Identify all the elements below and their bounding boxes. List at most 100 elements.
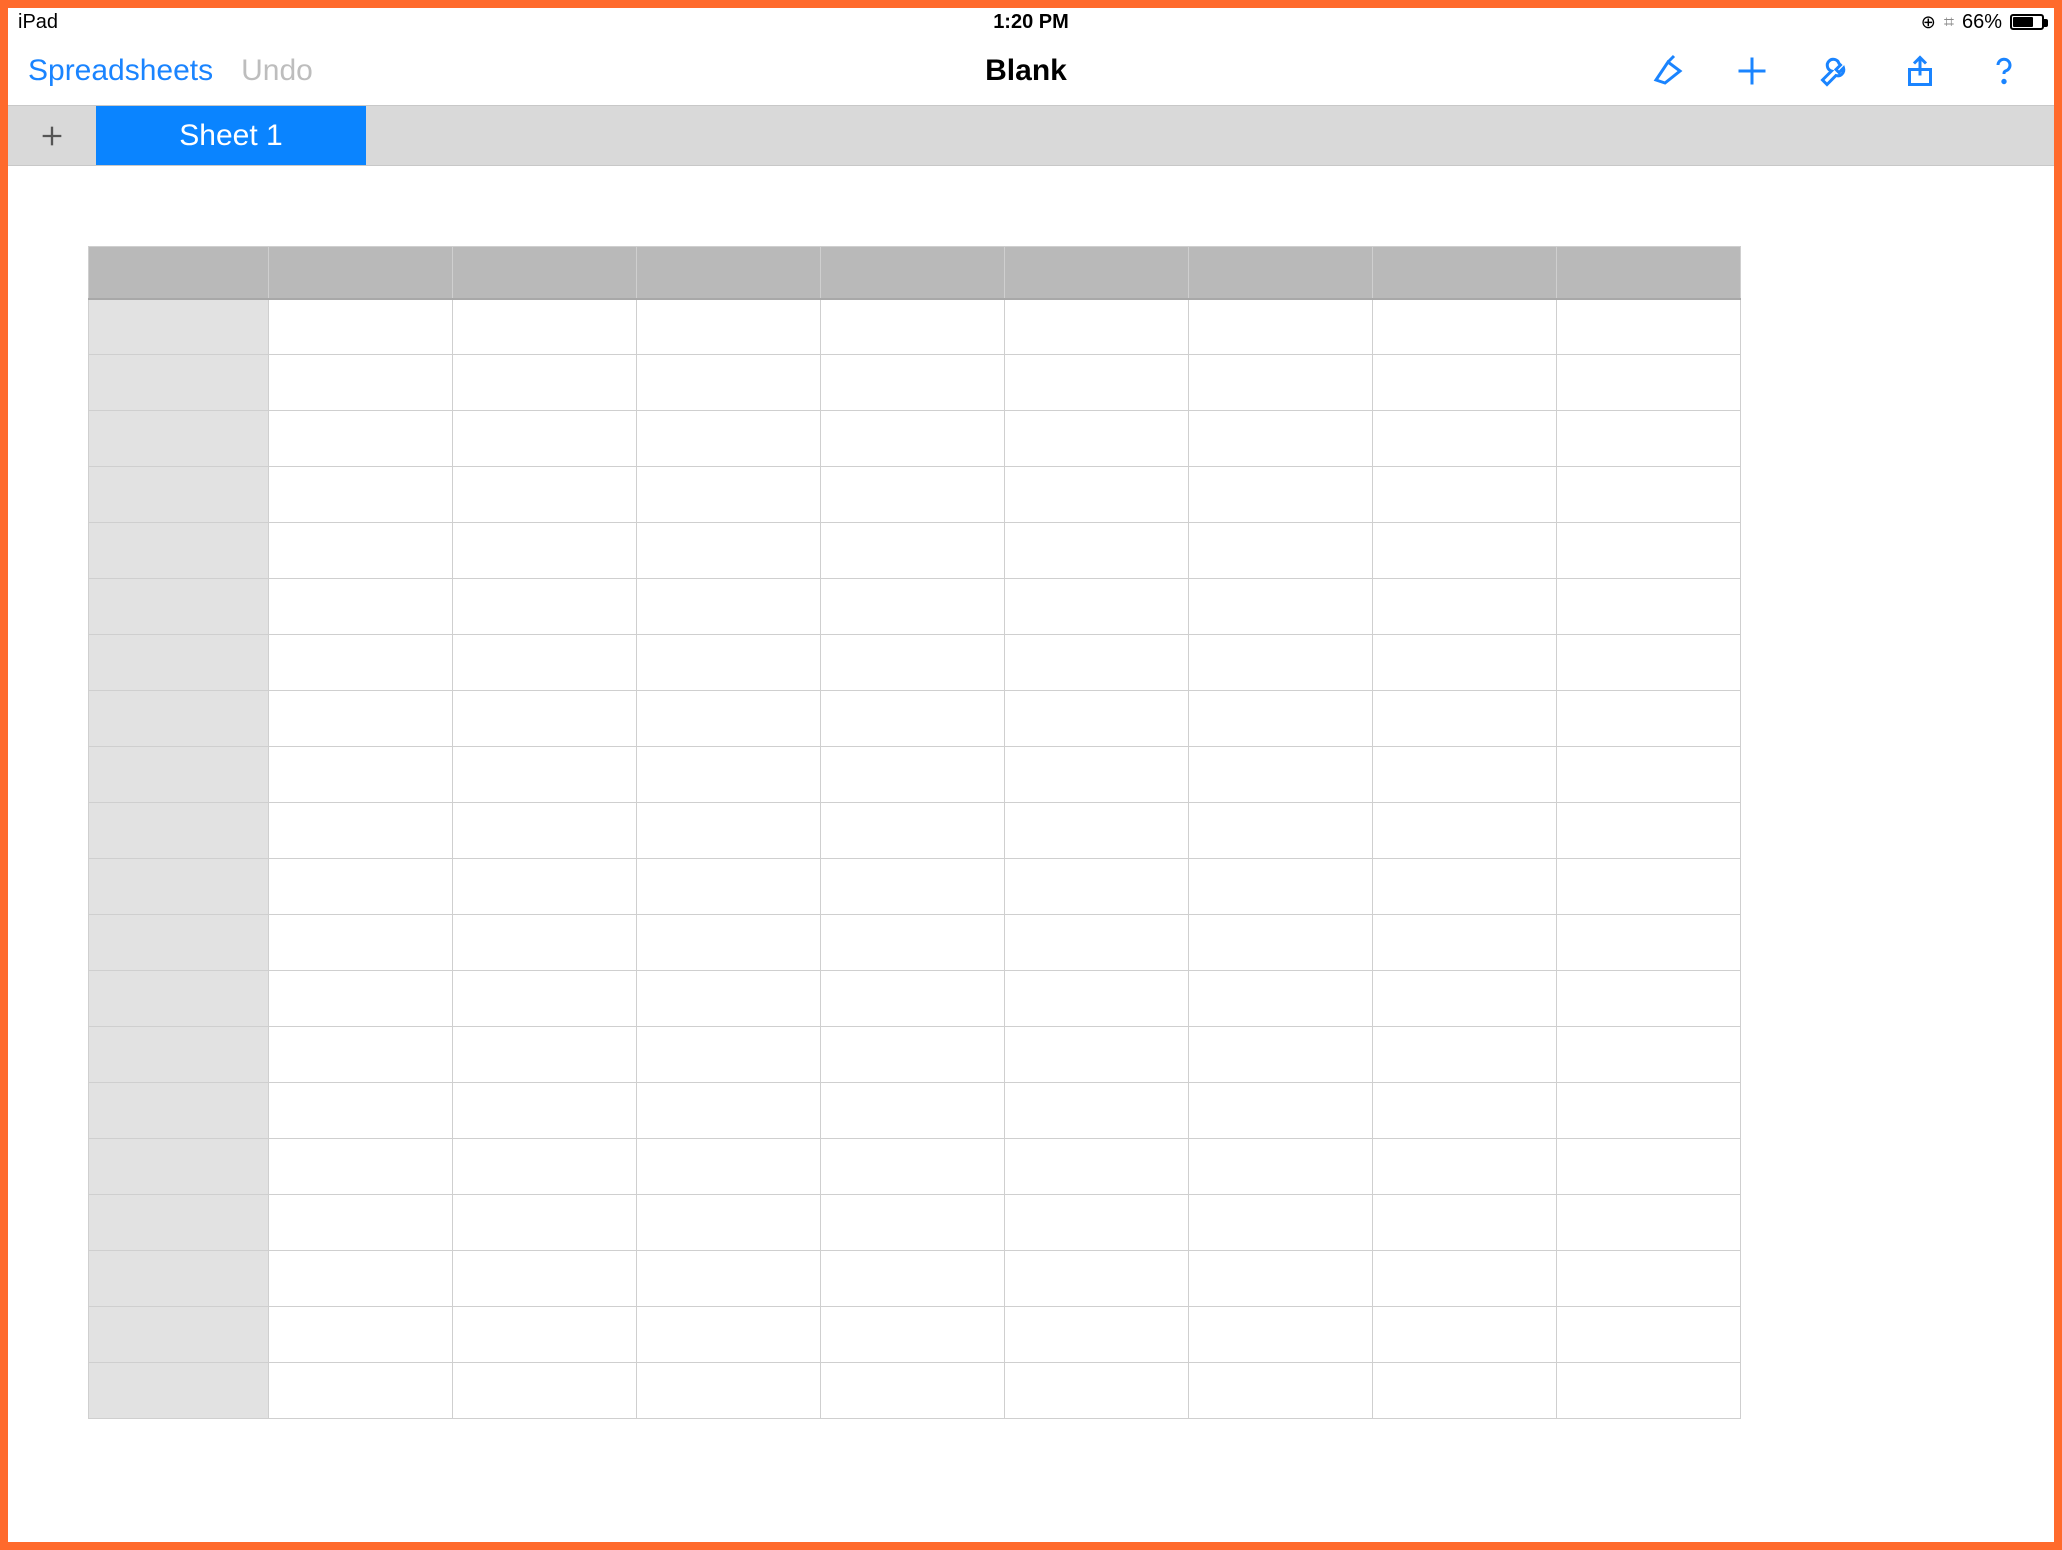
add-sheet-button[interactable] — [8, 106, 96, 165]
cell[interactable] — [1557, 1251, 1741, 1307]
cell[interactable] — [453, 635, 637, 691]
cell[interactable] — [637, 523, 821, 579]
cell[interactable] — [1373, 467, 1557, 523]
cell[interactable] — [1189, 635, 1373, 691]
cell[interactable] — [1189, 971, 1373, 1027]
cell[interactable] — [453, 1195, 637, 1251]
row-header[interactable] — [89, 1251, 269, 1307]
cell[interactable] — [821, 1307, 1005, 1363]
cell[interactable] — [821, 1139, 1005, 1195]
row-header[interactable] — [89, 523, 269, 579]
cell[interactable] — [269, 747, 453, 803]
cell[interactable] — [1005, 1195, 1189, 1251]
cell[interactable] — [1557, 747, 1741, 803]
cell[interactable] — [1557, 803, 1741, 859]
column-header[interactable] — [269, 247, 453, 299]
cell[interactable] — [1557, 1083, 1741, 1139]
cell[interactable] — [1557, 635, 1741, 691]
cell[interactable] — [1189, 1251, 1373, 1307]
cell[interactable] — [453, 859, 637, 915]
cell[interactable] — [1373, 1195, 1557, 1251]
cell[interactable] — [269, 1363, 453, 1419]
share-icon[interactable] — [1900, 51, 1940, 91]
column-header[interactable] — [453, 247, 637, 299]
cell[interactable] — [1373, 635, 1557, 691]
cell[interactable] — [637, 915, 821, 971]
cell[interactable] — [637, 1139, 821, 1195]
cell[interactable] — [1005, 1251, 1189, 1307]
row-header[interactable] — [89, 1307, 269, 1363]
row-header[interactable] — [89, 467, 269, 523]
row-header[interactable] — [89, 971, 269, 1027]
cell[interactable] — [1005, 859, 1189, 915]
cell[interactable] — [637, 467, 821, 523]
row-header[interactable] — [89, 803, 269, 859]
cell[interactable] — [453, 579, 637, 635]
row-header[interactable] — [89, 1139, 269, 1195]
cell[interactable] — [821, 971, 1005, 1027]
cell[interactable] — [269, 467, 453, 523]
cell[interactable] — [637, 355, 821, 411]
cell[interactable] — [1373, 1027, 1557, 1083]
cell[interactable] — [1373, 691, 1557, 747]
cell[interactable] — [453, 1363, 637, 1419]
cell[interactable] — [1373, 1251, 1557, 1307]
add-icon[interactable] — [1732, 51, 1772, 91]
cell[interactable] — [821, 1027, 1005, 1083]
cell[interactable] — [1189, 1363, 1373, 1419]
cell[interactable] — [1005, 747, 1189, 803]
cell[interactable] — [1557, 523, 1741, 579]
cell[interactable] — [1557, 1139, 1741, 1195]
cell[interactable] — [1557, 915, 1741, 971]
column-header[interactable] — [1557, 247, 1741, 299]
cell[interactable] — [1557, 299, 1741, 355]
cell[interactable] — [453, 355, 637, 411]
cell[interactable] — [821, 1251, 1005, 1307]
cell[interactable] — [453, 467, 637, 523]
row-header[interactable] — [89, 579, 269, 635]
cell[interactable] — [269, 859, 453, 915]
cell[interactable] — [453, 1083, 637, 1139]
undo-button[interactable]: Undo — [241, 54, 313, 88]
row-header[interactable] — [89, 635, 269, 691]
cell[interactable] — [1005, 1139, 1189, 1195]
cell[interactable] — [637, 747, 821, 803]
cell[interactable] — [637, 1251, 821, 1307]
cell[interactable] — [1005, 467, 1189, 523]
cell[interactable] — [453, 1139, 637, 1195]
cell[interactable] — [637, 411, 821, 467]
cell[interactable] — [821, 691, 1005, 747]
cell[interactable] — [269, 691, 453, 747]
cell[interactable] — [1189, 579, 1373, 635]
cell[interactable] — [1189, 803, 1373, 859]
column-header[interactable] — [1189, 247, 1373, 299]
cell[interactable] — [1373, 859, 1557, 915]
format-brush-icon[interactable] — [1648, 51, 1688, 91]
cell[interactable] — [1557, 859, 1741, 915]
cell[interactable] — [1557, 691, 1741, 747]
cell[interactable] — [269, 411, 453, 467]
cell[interactable] — [1189, 1307, 1373, 1363]
cell[interactable] — [1005, 803, 1189, 859]
cell[interactable] — [1189, 355, 1373, 411]
spreadsheet-grid[interactable] — [88, 246, 1741, 1419]
cell[interactable] — [269, 1083, 453, 1139]
cell[interactable] — [453, 747, 637, 803]
cell[interactable] — [453, 1307, 637, 1363]
cell[interactable] — [1557, 1307, 1741, 1363]
row-header[interactable] — [89, 747, 269, 803]
cell[interactable] — [1373, 1363, 1557, 1419]
cell[interactable] — [1557, 971, 1741, 1027]
cell[interactable] — [637, 1027, 821, 1083]
row-header[interactable] — [89, 691, 269, 747]
cell[interactable] — [821, 635, 1005, 691]
row-header[interactable] — [89, 1363, 269, 1419]
cell[interactable] — [1373, 1083, 1557, 1139]
cell[interactable] — [1557, 411, 1741, 467]
cell[interactable] — [637, 299, 821, 355]
cell[interactable] — [269, 299, 453, 355]
cell[interactable] — [637, 1195, 821, 1251]
row-header[interactable] — [89, 1083, 269, 1139]
cell[interactable] — [269, 1251, 453, 1307]
cell[interactable] — [1189, 1083, 1373, 1139]
